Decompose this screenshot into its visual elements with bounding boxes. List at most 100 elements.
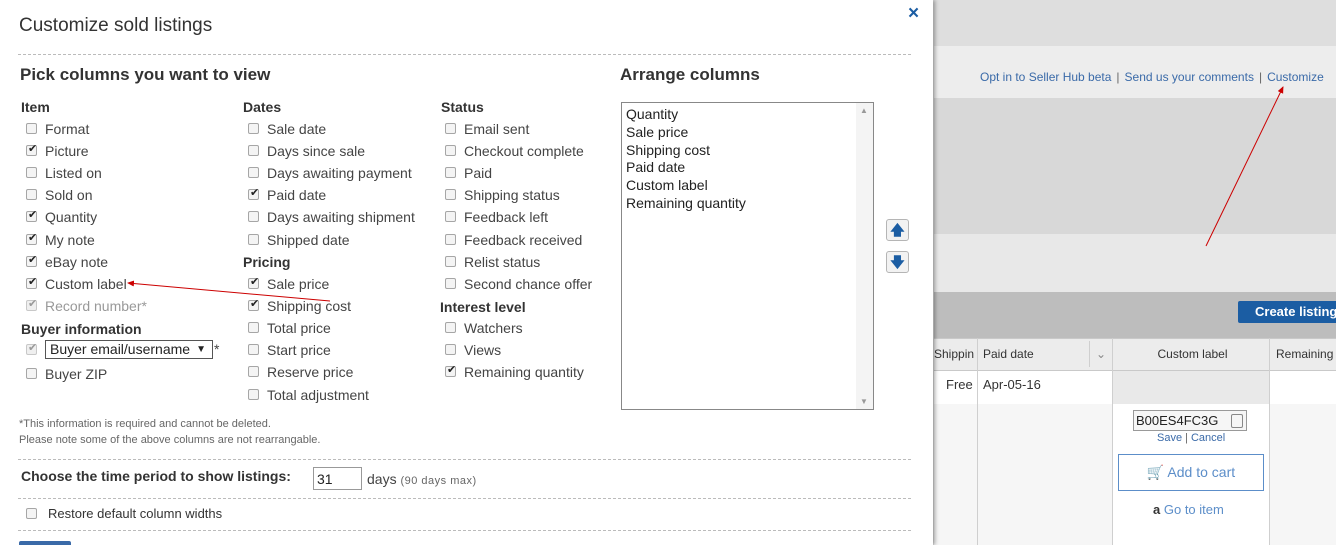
checkbox xyxy=(26,297,37,311)
column-header-remaining[interactable]: Remaining xyxy=(1276,339,1336,370)
move-down-button[interactable]: 🡇 xyxy=(886,251,909,273)
checkbox[interactable] xyxy=(445,256,456,267)
checkbox[interactable] xyxy=(445,234,456,245)
send-comments-link[interactable]: Send us your comments xyxy=(1125,70,1254,84)
checkbox[interactable] xyxy=(248,322,259,333)
option-label: Record number* xyxy=(45,298,147,314)
column-header-paid-date[interactable]: Paid date xyxy=(983,339,1083,370)
column-header-custom-label[interactable]: Custom label xyxy=(1114,339,1271,370)
divider xyxy=(18,530,911,531)
checkbox[interactable] xyxy=(26,368,37,379)
checkbox[interactable] xyxy=(248,123,259,134)
checkbox[interactable] xyxy=(445,211,456,222)
days-input[interactable] xyxy=(313,467,362,490)
list-item[interactable]: Sale price xyxy=(622,124,856,142)
required-mark: * xyxy=(214,341,220,357)
save-link[interactable]: Save xyxy=(1157,432,1182,444)
checkbox[interactable] xyxy=(248,297,259,311)
checkbox[interactable] xyxy=(248,234,259,245)
group-heading-status: Status xyxy=(441,99,484,115)
group-heading-interest: Interest level xyxy=(440,299,526,315)
arrange-columns-list[interactable]: Quantity Sale price Shipping cost Paid date… xyxy=(621,102,874,410)
checkbox[interactable] xyxy=(26,123,37,134)
checkbox[interactable] xyxy=(26,508,37,519)
option-label: Quantity xyxy=(45,209,98,225)
opt-in-seller-hub-link[interactable]: Opt in to Seller Hub beta xyxy=(980,70,1111,84)
scroll-up-icon[interactable]: ▲ xyxy=(860,106,868,115)
checkbox[interactable] xyxy=(445,322,456,333)
dropdown-caret-icon: ▼ xyxy=(196,344,206,355)
amazon-icon: a xyxy=(1153,502,1161,517)
list-item[interactable]: Remaining quantity xyxy=(622,195,856,213)
list-item[interactable]: Quantity xyxy=(622,106,856,124)
checkbox[interactable] xyxy=(445,189,456,200)
option-label: Paid date xyxy=(267,187,327,203)
checkbox[interactable] xyxy=(248,145,259,156)
scrollbar[interactable]: ▲ ▼ xyxy=(856,103,873,409)
checkbox[interactable] xyxy=(26,189,37,200)
checkbox[interactable] xyxy=(445,363,456,377)
close-icon[interactable]: × xyxy=(908,3,919,25)
add-to-cart-button[interactable]: 🛒 Add to cart xyxy=(1118,454,1264,491)
header-band xyxy=(934,0,1336,46)
list-item[interactable]: Shipping cost xyxy=(622,142,856,160)
checkbox[interactable] xyxy=(445,145,456,156)
scroll-down-icon[interactable]: ▼ xyxy=(860,397,868,406)
checkbox[interactable] xyxy=(26,142,37,156)
checkbox[interactable] xyxy=(248,167,259,178)
top-links: Opt in to Seller Hub beta | Send us your c… xyxy=(980,70,1324,84)
summary-panel xyxy=(934,98,1336,234)
move-up-button[interactable]: 🡅 xyxy=(886,219,909,241)
option-label: Picture xyxy=(45,143,89,159)
checkbox[interactable] xyxy=(445,278,456,289)
checkbox[interactable] xyxy=(445,167,456,178)
buyer-select[interactable]: Buyer email/username ▼ xyxy=(45,340,213,359)
column-header-shipping-cost[interactable]: Shipping cost xyxy=(934,339,974,370)
arrow-down-icon: 🡇 xyxy=(890,254,905,270)
group-heading-pricing: Pricing xyxy=(243,254,291,270)
divider xyxy=(18,459,911,460)
option-label: Paid xyxy=(464,165,493,181)
checkbox[interactable] xyxy=(26,167,37,178)
option-label: Second chance offer xyxy=(464,276,593,292)
days-label: days (90 days max) xyxy=(367,471,477,487)
divider xyxy=(18,498,911,499)
checkbox[interactable] xyxy=(26,208,37,222)
checkbox[interactable] xyxy=(248,275,259,289)
arrow-up-icon: 🡅 xyxy=(890,222,905,238)
group-heading-buyer: Buyer information xyxy=(21,321,142,337)
list-item[interactable]: Paid date xyxy=(622,159,856,177)
option-label: Days awaiting shipment xyxy=(267,209,415,225)
checkbox[interactable] xyxy=(26,231,37,245)
custom-label-input[interactable]: B00ES4FC3G xyxy=(1133,410,1247,431)
customize-dialog: Customize sold listings × Pick columns y… xyxy=(0,0,933,545)
checkbox[interactable] xyxy=(445,123,456,134)
checkbox[interactable] xyxy=(248,366,259,377)
checkbox[interactable] xyxy=(26,253,37,267)
time-period-label: Choose the time period to show listings: xyxy=(21,468,291,484)
option-label: Days awaiting payment xyxy=(267,165,412,181)
create-listing-button[interactable]: Create listing xyxy=(1238,301,1336,323)
checkbox[interactable] xyxy=(248,389,259,400)
option-label: Total price xyxy=(267,320,331,336)
apply-button[interactable] xyxy=(19,541,71,545)
dialog-title: Customize sold listings xyxy=(19,15,213,36)
option-label: Days since sale xyxy=(267,143,366,159)
customize-link[interactable]: Customize xyxy=(1267,70,1324,84)
go-to-item-link[interactable]: a Go to item xyxy=(1153,502,1224,517)
days-max-hint: (90 days max) xyxy=(400,475,477,487)
list-item[interactable]: Custom label xyxy=(622,177,856,195)
checkbox[interactable] xyxy=(248,211,259,222)
column-menu-chevron-down-icon[interactable]: ⌄ xyxy=(1089,341,1112,367)
option-label: Format xyxy=(45,121,90,137)
checkbox[interactable] xyxy=(445,344,456,355)
cancel-link[interactable]: Cancel xyxy=(1191,432,1225,444)
checkbox[interactable] xyxy=(248,186,259,200)
cart-icon: 🛒 xyxy=(1146,464,1165,480)
arrange-columns-heading: Arrange columns xyxy=(620,65,760,84)
table-cell-custom-label xyxy=(1113,371,1270,404)
option-label: Feedback received xyxy=(464,232,583,248)
checkbox[interactable] xyxy=(26,275,37,289)
option-label: eBay note xyxy=(45,254,109,270)
checkbox[interactable] xyxy=(248,344,259,355)
